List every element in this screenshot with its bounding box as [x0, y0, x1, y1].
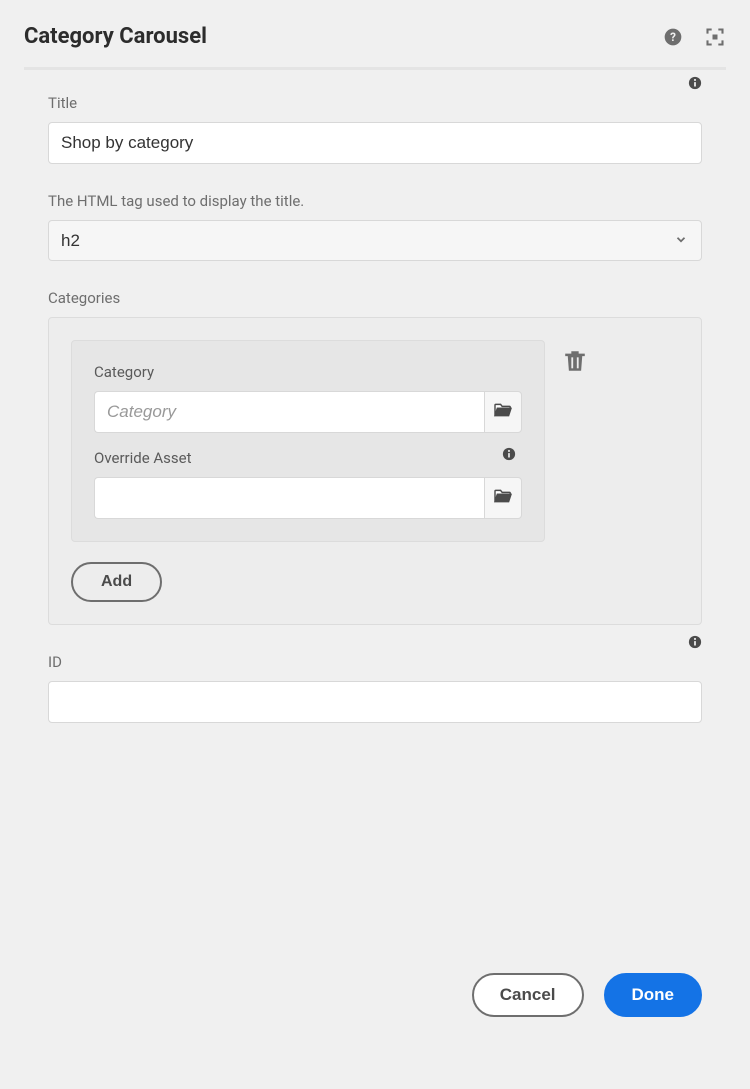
delete-button[interactable]: [565, 350, 585, 376]
header-actions: ?: [662, 26, 726, 48]
done-button[interactable]: Done: [604, 973, 703, 1017]
tag-select[interactable]: h2: [48, 220, 702, 261]
trash-icon: [565, 357, 585, 376]
tag-select-wrap: h2: [48, 220, 702, 261]
categories-field-group: Categories Category: [48, 289, 702, 625]
category-input[interactable]: [94, 391, 484, 433]
asset-field: Override Asset: [94, 449, 522, 519]
info-icon[interactable]: [688, 76, 702, 90]
asset-browse-button[interactable]: [484, 477, 522, 519]
id-field-group: ID: [48, 653, 702, 723]
category-card: Category: [71, 340, 545, 542]
cancel-button[interactable]: Cancel: [472, 973, 584, 1017]
folder-open-icon: [493, 488, 513, 508]
svg-text:?: ?: [670, 30, 676, 44]
asset-field-label: Override Asset: [94, 449, 522, 467]
category-card-row: Category: [71, 340, 679, 542]
asset-input[interactable]: [94, 477, 484, 519]
asset-picker: [94, 477, 522, 519]
help-icon[interactable]: ?: [662, 26, 684, 48]
fullscreen-icon[interactable]: [704, 26, 726, 48]
category-field: Category: [94, 363, 522, 433]
tag-label: The HTML tag used to display the title.: [48, 192, 304, 210]
title-label: Title: [48, 94, 77, 112]
dialog-title: Category Carousel: [24, 24, 207, 49]
category-field-label: Category: [94, 363, 522, 381]
title-field-group: Title: [48, 94, 702, 164]
add-button[interactable]: Add: [71, 562, 162, 602]
categories-label: Categories: [48, 289, 120, 307]
category-picker: [94, 391, 522, 433]
categories-panel: Category: [48, 317, 702, 625]
dialog-footer: Cancel Done: [24, 965, 726, 1065]
info-icon[interactable]: [502, 447, 516, 461]
dialog: Category Carousel ? Title The HTML tag u…: [0, 0, 750, 1089]
id-input[interactable]: [48, 681, 702, 723]
id-label: ID: [48, 653, 62, 671]
info-icon[interactable]: [688, 635, 702, 649]
tag-field-group: The HTML tag used to display the title. …: [48, 192, 702, 261]
folder-open-icon: [493, 402, 513, 422]
title-input[interactable]: [48, 122, 702, 164]
form-content: Title The HTML tag used to display the t…: [24, 70, 726, 965]
category-browse-button[interactable]: [484, 391, 522, 433]
dialog-header: Category Carousel ?: [24, 24, 726, 70]
